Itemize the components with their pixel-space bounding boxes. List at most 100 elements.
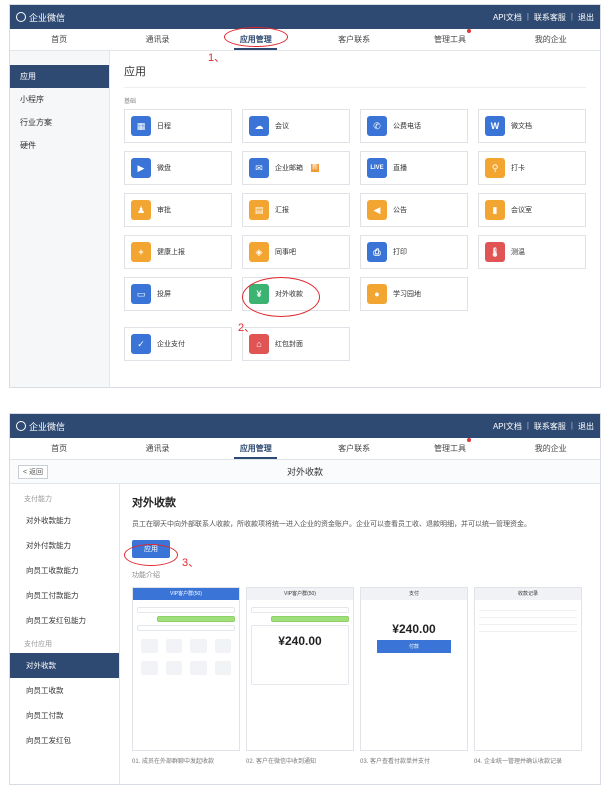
sidebar-item[interactable]: 对外付款能力	[10, 533, 119, 558]
app-card[interactable]: ☁ 会议	[242, 109, 350, 143]
nav-management-tools[interactable]: 管理工具	[403, 29, 501, 50]
nav-contacts[interactable]: 通讯录	[108, 29, 206, 50]
sidebar-item-apps[interactable]: 应用	[10, 65, 109, 88]
sidebar-item-hardware[interactable]: 硬件	[10, 134, 109, 157]
contact-support-link[interactable]: 联系客服	[534, 421, 566, 432]
notification-dot	[466, 438, 471, 442]
app-card[interactable]: ¥ 对外收款	[242, 277, 350, 311]
nav-my-company[interactable]: 我的企业	[502, 438, 600, 459]
sidebar-category: 支付能力	[24, 496, 52, 503]
preview-group-chat: VIP客户群(50)	[132, 587, 240, 751]
app-card[interactable]: ◀ 公告	[360, 193, 468, 227]
top-links: API文档 | 联系客服 | 退出	[493, 12, 594, 23]
nav-app-management[interactable]: 应用管理	[207, 29, 305, 50]
nav-home[interactable]: 首页	[10, 29, 108, 50]
app-card-label: 对外收款	[275, 291, 303, 298]
app-card[interactable]: W 微文档	[478, 109, 586, 143]
nav-management-tools-label: 管理工具	[433, 35, 466, 44]
sidebar-item-miniprogram[interactable]: 小程序	[10, 88, 109, 111]
app-card[interactable]: ✉ 企业邮箱 新	[242, 151, 350, 185]
app-grid: ▦ 日程 ☁ 会议 ✆ 公费电话 W 微文档 ▶ 微盘 ✉ 企业邮箱 新 LIVE 直播 ⚲ 打卡 ♟ 审批 ▤ 汇报 ◀…	[124, 109, 586, 311]
app-card[interactable]: ◈ 同事吧	[242, 235, 350, 269]
nav-contacts[interactable]: 通讯录	[108, 438, 206, 459]
apply-button[interactable]: 应用	[132, 540, 170, 558]
app-card-label: 审批	[157, 207, 171, 214]
chat-bubble	[271, 616, 349, 622]
app-card[interactable]: 🌡 测温	[478, 235, 586, 269]
screenshot-app-management: 企业微信 API文档 | 联系客服 | 退出 首页 通讯录 应用管理 客户联系 …	[9, 4, 601, 388]
app-card[interactable]: ● 学习园地	[360, 277, 468, 311]
sub-title: 对外收款	[286, 467, 323, 477]
brand[interactable]: 企业微信	[16, 11, 65, 24]
preview-wechat-notify: VIP客户群(50) ¥240.00	[246, 587, 354, 751]
pay-button[interactable]: 付款	[377, 640, 451, 653]
sidebar-item[interactable]: 对外收款	[10, 653, 119, 678]
record-row	[479, 611, 577, 618]
toolbar-grid	[137, 639, 235, 675]
app-card-label: 打印	[393, 249, 407, 256]
api-docs-link[interactable]: API文档	[493, 421, 522, 432]
preview-bar: VIP客户群(50)	[133, 588, 239, 600]
sidebar-item[interactable]: 向员工收款	[10, 678, 119, 703]
payment-icon: ¥	[249, 284, 269, 304]
app-card-label: 红包封面	[275, 341, 303, 348]
app-card-label: 直播	[393, 165, 407, 172]
app-card[interactable]: ▤ 汇报	[242, 193, 350, 227]
cloud-icon: ☁	[249, 116, 269, 136]
app-card[interactable]: ♟ 审批	[124, 193, 232, 227]
sidebar-item[interactable]: 向员工付款能力	[10, 583, 119, 608]
wecom-logo-icon	[16, 421, 26, 431]
app-card[interactable]: ▭ 投屏	[124, 277, 232, 311]
app-card-label: 微文档	[511, 123, 532, 130]
amount: ¥240.00	[278, 634, 322, 648]
notification-dot	[466, 29, 471, 33]
payment-main: 对外收款 员工在聊天中向外部联系人收款，所收款项将统一进入企业的资金账户。企业可…	[120, 484, 600, 784]
contact-support-link[interactable]: 联系客服	[534, 12, 566, 23]
api-docs-link[interactable]: API文档	[493, 12, 522, 23]
sidebar-item[interactable]: 向员工发红包能力	[10, 608, 119, 633]
caption: 04. 企业统一管理并确认收款记录	[474, 759, 563, 765]
caption: 02. 客户在微信中收到通知	[246, 759, 317, 765]
app-card[interactable]: ▮ 会议室	[478, 193, 586, 227]
page-title: 对外收款	[132, 497, 176, 509]
brand[interactable]: 企业微信	[16, 420, 65, 433]
sidebar-item[interactable]: 向员工发红包	[10, 728, 119, 753]
sidebar-item-industry[interactable]: 行业方案	[10, 111, 109, 134]
logout-link[interactable]: 退出	[578, 421, 594, 432]
thermometer-icon: 🌡	[485, 242, 505, 262]
logout-link[interactable]: 退出	[578, 12, 594, 23]
app-card[interactable]: ⎙ 打印	[360, 235, 468, 269]
back-button[interactable]: < 返回	[18, 464, 49, 479]
app-card[interactable]: ⚲ 打卡	[478, 151, 586, 185]
sidebar-item[interactable]: 对外收款能力	[10, 508, 119, 533]
nav-app-management[interactable]: 应用管理	[207, 438, 305, 459]
nav-my-company[interactable]: 我的企业	[502, 29, 600, 50]
main-nav: 首页 通讯录 应用管理 客户联系 管理工具 我的企业	[10, 29, 600, 51]
nav-management-tools[interactable]: 管理工具	[403, 438, 501, 459]
top-bar: 企业微信 API文档 | 联系客服 | 退出	[10, 5, 600, 29]
sidebar-item[interactable]: 向员工收款能力	[10, 558, 119, 583]
app-card[interactable]: ▶ 微盘	[124, 151, 232, 185]
app-card[interactable]: ▦ 日程	[124, 109, 232, 143]
phone-icon: ✆	[367, 116, 387, 136]
app-card[interactable]: ✓ 企业支付	[124, 327, 232, 361]
features-title: 功能介绍	[132, 572, 160, 579]
preview-bar: 支付	[361, 588, 467, 600]
app-card[interactable]: ✆ 公费电话	[360, 109, 468, 143]
app-card-label: 投屏	[157, 291, 171, 298]
nav-home[interactable]: 首页	[10, 438, 108, 459]
app-card[interactable]: + 健康上报	[124, 235, 232, 269]
app-card-label: 会议室	[511, 207, 532, 214]
preview-payment: 支付 ¥240.00 付款	[360, 587, 468, 751]
nav-customer-contact[interactable]: 客户联系	[305, 438, 403, 459]
app-card[interactable]: ⌂ 红包封面	[242, 327, 350, 361]
sidebar-item[interactable]: 向员工付款	[10, 703, 119, 728]
megaphone-icon: ◀	[367, 200, 387, 220]
health-icon: +	[131, 242, 151, 262]
payment-page-body: 支付能力对外收款能力 对外付款能力 向员工收款能力 向员工付款能力 向员工发红包能力 支付…	[10, 484, 600, 784]
app-card-label: 打卡	[511, 165, 525, 172]
annotation-number: 2、	[238, 322, 256, 334]
nav-customer-contact[interactable]: 客户联系	[305, 29, 403, 50]
app-card[interactable]: LIVE 直播	[360, 151, 468, 185]
caption: 03. 客户查看付款单并支付	[360, 759, 431, 765]
